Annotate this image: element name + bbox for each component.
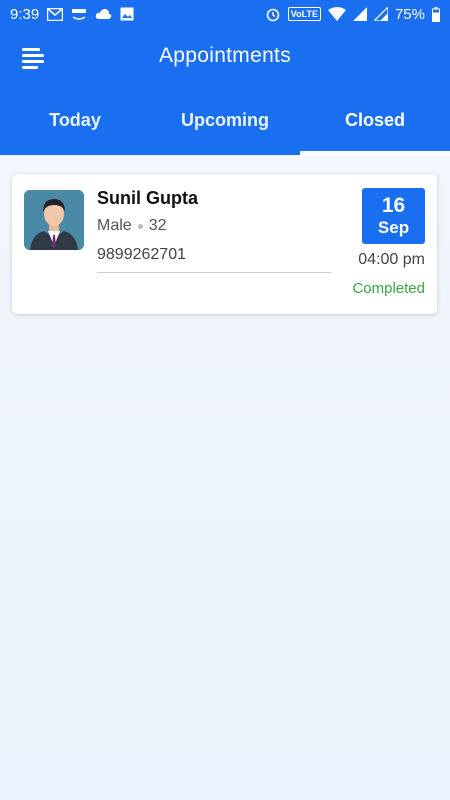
- page-title: Appointments: [158, 44, 291, 67]
- patient-gender: Male: [97, 217, 132, 234]
- date-badge: 16 Sep: [362, 188, 425, 244]
- gmail-icon: [47, 7, 64, 21]
- battery-level: 75%: [394, 5, 425, 23]
- tab-closed[interactable]: Closed: [300, 100, 450, 155]
- status-label: Completed: [352, 280, 425, 297]
- separator-dot: [137, 223, 143, 229]
- app-bar: Appointments Today Upcoming Closed: [0, 28, 450, 155]
- tab-bar: Today Upcoming Closed: [0, 100, 450, 155]
- signal-icon: [352, 7, 367, 21]
- appointment-time: 04:00 pm: [358, 251, 425, 268]
- patient-meta: Male 32: [97, 217, 166, 235]
- clock: 9:39: [10, 5, 40, 23]
- patient-age: 32: [148, 217, 167, 234]
- volte-icon: VoLTE: [287, 7, 321, 21]
- status-bar: 9:39 VoLTE 75%: [0, 0, 450, 28]
- patient-phone: 9899262701: [97, 246, 186, 263]
- date-month: Sep: [377, 218, 410, 237]
- alarm-icon: [265, 6, 281, 22]
- patient-name: Sunil Gupta: [97, 188, 198, 208]
- appointment-card[interactable]: Sunil Gupta Male 32 9899262701 16 Sep 04…: [12, 174, 437, 314]
- date-day: 16: [381, 194, 406, 217]
- avatar: [24, 190, 84, 250]
- amazon-icon: [71, 8, 87, 21]
- wifi-icon: [327, 7, 346, 21]
- tab-upcoming[interactable]: Upcoming: [150, 100, 300, 155]
- tab-today[interactable]: Today: [0, 100, 150, 155]
- battery-icon: [432, 6, 440, 22]
- signal-icon: [373, 7, 388, 21]
- image-icon: [120, 7, 134, 21]
- cloud-icon: [95, 8, 112, 20]
- divider: [97, 272, 331, 273]
